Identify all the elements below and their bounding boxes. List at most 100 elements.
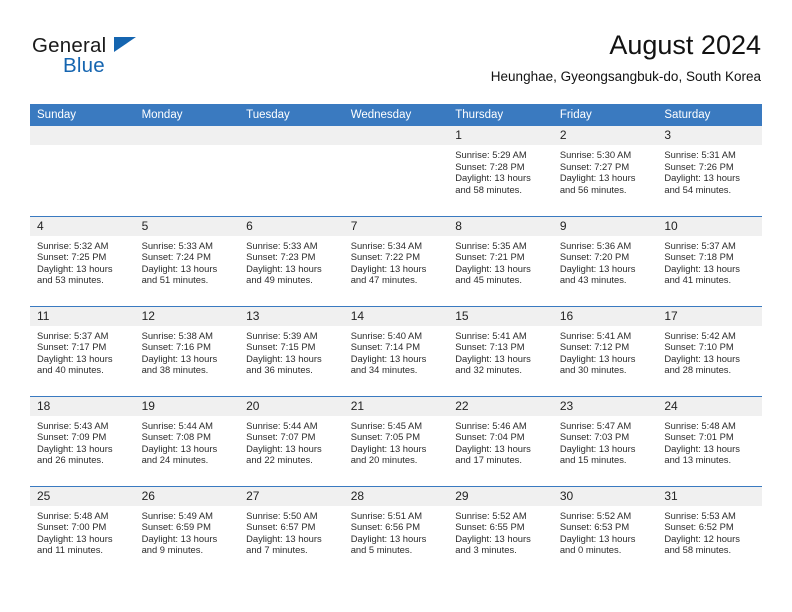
daylight-line2-text: and 11 minutes. <box>37 544 104 556</box>
daylight-line1-text: Daylight: 13 hours <box>246 352 322 364</box>
daylight-line2-text: and 32 minutes. <box>455 364 522 376</box>
calendar-day-cell[interactable]: 23 Sunrise: 5:47 AM Sunset: 7:03 PM Dayligh… <box>552 395 658 486</box>
sunrise-text: Sunrise: 5:33 AM <box>141 239 213 251</box>
day-number: 12 <box>134 306 240 326</box>
weekday-header-saturday: Saturday <box>657 104 762 126</box>
day-number: 3 <box>657 126 762 145</box>
calendar-day-cell[interactable]: 30 Sunrise: 5:52 AM Sunset: 6:53 PM Dayligh… <box>552 485 658 576</box>
calendar-day-cell[interactable]: 21 Sunrise: 5:45 AM Sunset: 7:05 PM Dayligh… <box>343 395 449 486</box>
calendar-day-cell[interactable]: 27 Sunrise: 5:50 AM Sunset: 6:57 PM Dayligh… <box>239 485 344 576</box>
day-number <box>239 126 344 145</box>
sunrise-text: Sunrise: 5:37 AM <box>664 239 736 251</box>
calendar-day-cell[interactable]: 17 Sunrise: 5:42 AM Sunset: 7:10 PM Dayligh… <box>657 305 762 396</box>
calendar-day-cell[interactable]: 13 Sunrise: 5:39 AM Sunset: 7:15 PM Dayligh… <box>239 305 344 396</box>
day-details: Sunrise: 5:31 AM Sunset: 7:26 PM Daylight:… <box>657 145 762 195</box>
day-details: Sunrise: 5:33 AM Sunset: 7:23 PM Daylight:… <box>239 236 344 286</box>
daylight-line1-text: Daylight: 13 hours <box>246 442 322 454</box>
sunset-text: Sunset: 7:18 PM <box>664 251 734 263</box>
calendar-week-row: 18 Sunrise: 5:43 AM Sunset: 7:09 PM Dayligh… <box>30 395 762 486</box>
calendar-day-cell[interactable]: 7 Sunrise: 5:34 AM Sunset: 7:22 PM Daylight… <box>343 215 449 306</box>
sunset-text: Sunset: 7:26 PM <box>664 160 734 172</box>
daylight-line2-text: and 36 minutes. <box>246 364 313 376</box>
calendar-day-cell[interactable]: 31 Sunrise: 5:53 AM Sunset: 6:52 PM Dayligh… <box>657 485 762 576</box>
day-number: 20 <box>239 396 344 416</box>
calendar-day-cell[interactable]: 19 Sunrise: 5:44 AM Sunset: 7:08 PM Dayligh… <box>134 395 240 486</box>
sunrise-text: Sunrise: 5:48 AM <box>664 419 736 431</box>
calendar-day-cell[interactable]: 15 Sunrise: 5:41 AM Sunset: 7:13 PM Dayligh… <box>448 305 553 396</box>
calendar-day-cell[interactable]: 20 Sunrise: 5:44 AM Sunset: 7:07 PM Dayligh… <box>239 395 344 486</box>
day-number: 26 <box>134 486 240 506</box>
sunrise-text: Sunrise: 5:41 AM <box>455 329 527 341</box>
day-number: 5 <box>134 216 240 236</box>
day-number: 28 <box>343 486 449 506</box>
calendar-day-cell[interactable]: 12 Sunrise: 5:38 AM Sunset: 7:16 PM Dayligh… <box>134 305 240 396</box>
calendar-day-cell[interactable]: 29 Sunrise: 5:52 AM Sunset: 6:55 PM Dayligh… <box>448 485 553 576</box>
weekday-header-thursday: Thursday <box>448 104 553 126</box>
day-details: Sunrise: 5:37 AM Sunset: 7:18 PM Daylight:… <box>657 236 762 286</box>
sunset-text: Sunset: 7:23 PM <box>246 251 316 263</box>
title-block: August 2024 Heunghae, Gyeongsangbuk-do, … <box>491 29 761 86</box>
daylight-line2-text: and 40 minutes. <box>37 364 104 376</box>
daylight-line2-text: and 30 minutes. <box>559 364 627 376</box>
day-number: 16 <box>552 306 658 326</box>
triangle-logo-icon <box>114 37 136 52</box>
calendar-day-cell[interactable]: 26 Sunrise: 5:49 AM Sunset: 6:59 PM Dayligh… <box>134 485 240 576</box>
sunset-text: Sunset: 7:15 PM <box>246 341 316 353</box>
daylight-line1-text: Daylight: 13 hours <box>37 352 113 364</box>
calendar-day-cell[interactable]: 6 Sunrise: 5:33 AM Sunset: 7:23 PM Daylight… <box>239 215 344 306</box>
daylight-line2-text: and 13 minutes. <box>664 454 732 466</box>
sunset-text: Sunset: 6:56 PM <box>350 521 420 533</box>
sunrise-text: Sunrise: 5:33 AM <box>246 239 318 251</box>
sunrise-text: Sunrise: 5:44 AM <box>246 419 318 431</box>
day-details: Sunrise: 5:50 AM Sunset: 6:57 PM Daylight:… <box>239 506 344 556</box>
day-number: 24 <box>657 396 762 416</box>
calendar-day-cell[interactable]: 8 Sunrise: 5:35 AM Sunset: 7:21 PM Daylight… <box>448 215 553 306</box>
daylight-line2-text: and 26 minutes. <box>37 454 104 466</box>
calendar-day-cell[interactable]: 2 Sunrise: 5:30 AM Sunset: 7:27 PM Daylight… <box>552 126 658 216</box>
calendar-day-cell[interactable]: 1 Sunrise: 5:29 AM Sunset: 7:28 PM Daylight… <box>448 126 553 216</box>
daylight-line1-text: Daylight: 13 hours <box>559 262 636 274</box>
daylight-line1-text: Daylight: 13 hours <box>455 532 531 544</box>
daylight-line1-text: Daylight: 13 hours <box>455 352 531 364</box>
brand-logo[interactable]: General Blue <box>32 34 212 84</box>
daylight-line2-text: and 47 minutes. <box>350 274 418 286</box>
day-details: Sunrise: 5:48 AM Sunset: 7:01 PM Daylight:… <box>657 416 762 466</box>
day-number: 27 <box>239 486 344 506</box>
sunrise-text: Sunrise: 5:37 AM <box>37 329 109 341</box>
calendar-day-cell[interactable]: 28 Sunrise: 5:51 AM Sunset: 6:56 PM Dayligh… <box>343 485 449 576</box>
sunset-text: Sunset: 7:10 PM <box>664 341 734 353</box>
day-details: Sunrise: 5:44 AM Sunset: 7:07 PM Daylight:… <box>239 416 344 466</box>
day-details: Sunrise: 5:43 AM Sunset: 7:09 PM Daylight:… <box>30 416 135 466</box>
daylight-line1-text: Daylight: 13 hours <box>455 262 531 274</box>
daylight-line1-text: Daylight: 13 hours <box>37 532 113 544</box>
weekday-header-tuesday: Tuesday <box>239 104 344 126</box>
day-details: Sunrise: 5:32 AM Sunset: 7:25 PM Daylight:… <box>30 236 135 286</box>
sunrise-text: Sunrise: 5:53 AM <box>664 509 736 521</box>
calendar-day-cell[interactable]: 24 Sunrise: 5:48 AM Sunset: 7:01 PM Dayligh… <box>657 395 762 486</box>
brand-name-blue: Blue <box>63 54 105 77</box>
day-details: Sunrise: 5:40 AM Sunset: 7:14 PM Daylight:… <box>344 326 449 376</box>
calendar-day-cell[interactable]: 18 Sunrise: 5:43 AM Sunset: 7:09 PM Dayligh… <box>30 395 135 486</box>
daylight-line2-text: and 54 minutes. <box>664 183 732 195</box>
calendar-day-cell[interactable]: 5 Sunrise: 5:33 AM Sunset: 7:24 PM Daylight… <box>134 215 240 306</box>
calendar-day-cell[interactable]: 10 Sunrise: 5:37 AM Sunset: 7:18 PM Dayligh… <box>657 215 762 306</box>
day-number: 30 <box>552 486 658 506</box>
daylight-line1-text: Daylight: 13 hours <box>350 352 427 364</box>
calendar-day-cell[interactable]: 22 Sunrise: 5:46 AM Sunset: 7:04 PM Dayligh… <box>448 395 553 486</box>
daylight-line2-text: and 45 minutes. <box>455 274 522 286</box>
sunrise-text: Sunrise: 5:38 AM <box>141 329 213 341</box>
calendar-day-cell[interactable]: 3 Sunrise: 5:31 AM Sunset: 7:26 PM Daylight… <box>657 126 762 216</box>
calendar-cell-empty <box>343 126 449 216</box>
daylight-line1-text: Daylight: 13 hours <box>141 532 218 544</box>
calendar-day-cell[interactable]: 25 Sunrise: 5:48 AM Sunset: 7:00 PM Dayligh… <box>30 485 135 576</box>
daylight-line1-text: Daylight: 13 hours <box>664 262 740 274</box>
calendar-day-cell[interactable]: 9 Sunrise: 5:36 AM Sunset: 7:20 PM Daylight… <box>552 215 658 306</box>
calendar-day-cell[interactable]: 14 Sunrise: 5:40 AM Sunset: 7:14 PM Dayligh… <box>343 305 449 396</box>
calendar-day-cell[interactable]: 16 Sunrise: 5:41 AM Sunset: 7:12 PM Dayligh… <box>552 305 658 396</box>
calendar-day-cell[interactable]: 4 Sunrise: 5:32 AM Sunset: 7:25 PM Daylight… <box>30 215 135 306</box>
daylight-line1-text: Daylight: 13 hours <box>559 172 636 184</box>
calendar-day-cell[interactable]: 11 Sunrise: 5:37 AM Sunset: 7:17 PM Dayligh… <box>30 305 135 396</box>
daylight-line2-text: and 49 minutes. <box>246 274 313 286</box>
daylight-line1-text: Daylight: 13 hours <box>246 262 322 274</box>
daylight-line1-text: Daylight: 13 hours <box>141 352 218 364</box>
